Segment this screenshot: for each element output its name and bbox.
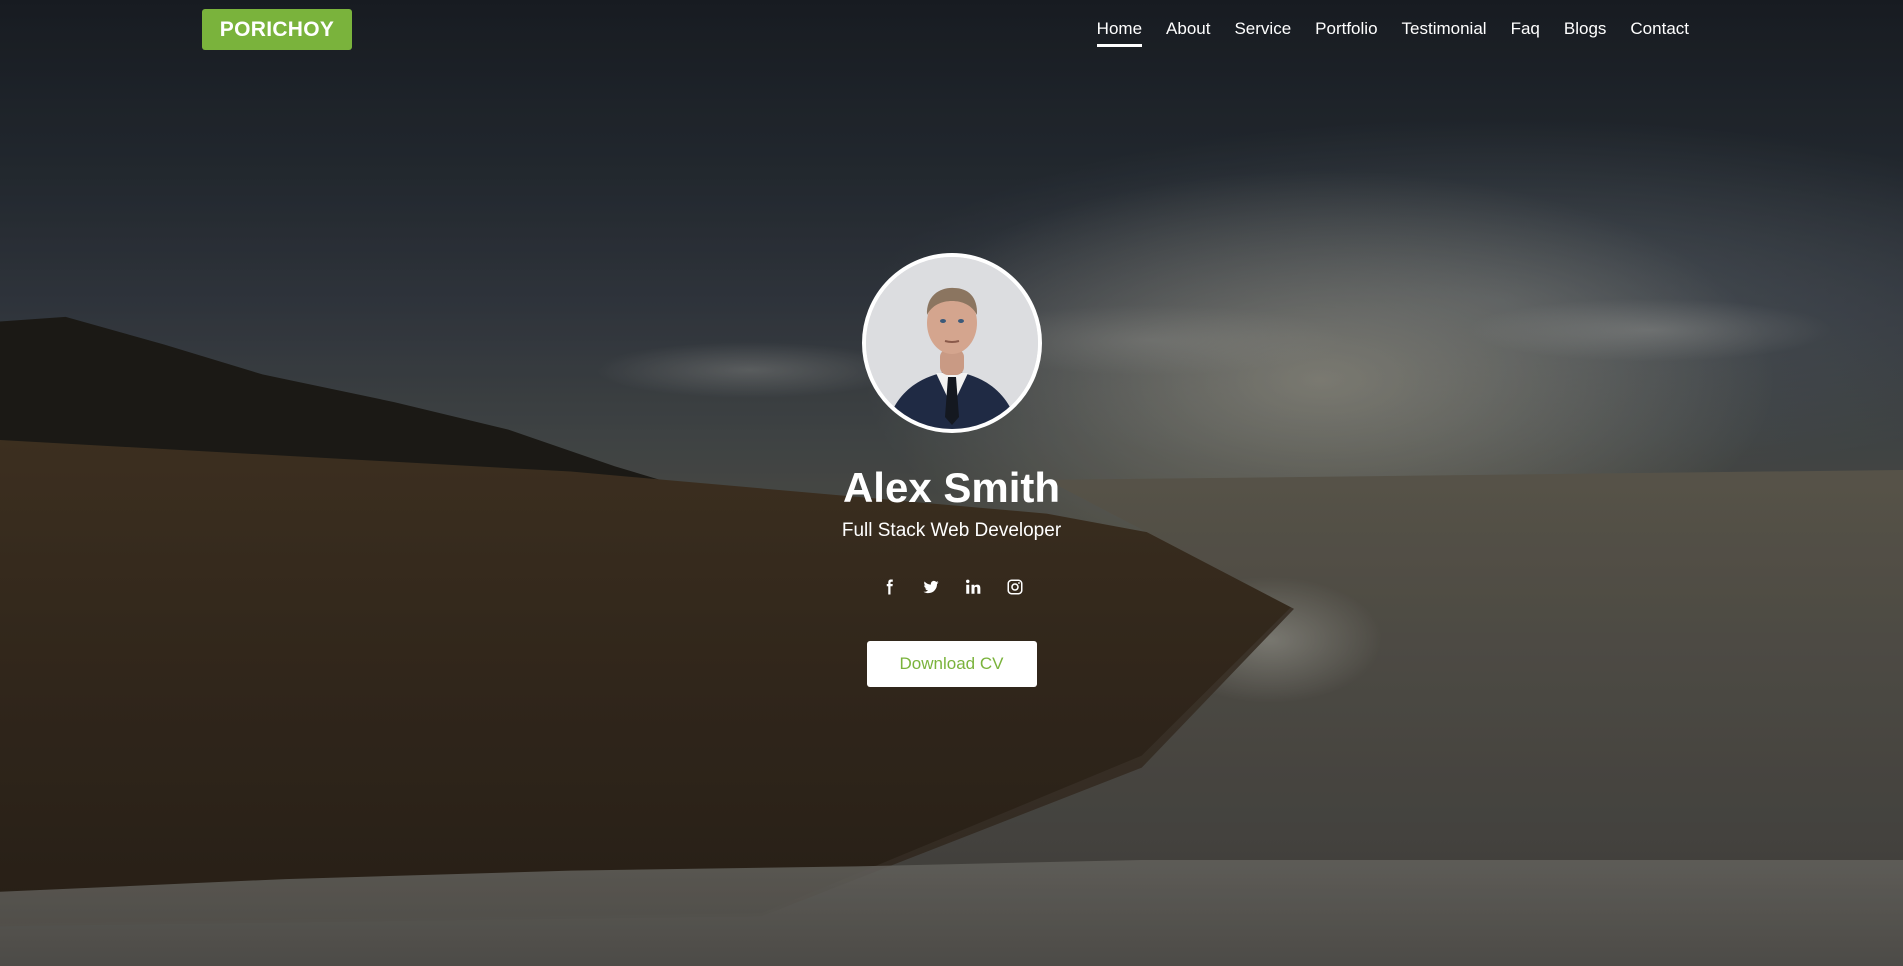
nav-item-testimonial[interactable]: Testimonial: [1402, 17, 1487, 47]
nav-item-service[interactable]: Service: [1234, 17, 1291, 47]
nav-item-blogs[interactable]: Blogs: [1564, 17, 1607, 47]
nav-item-faq[interactable]: Faq: [1511, 17, 1540, 47]
avatar: [861, 253, 1042, 433]
profile-name: Alex Smith: [842, 464, 1061, 511]
nav-menu: Home About Service Portfolio Testimonial…: [1096, 17, 1689, 47]
nav-item-about[interactable]: About: [1166, 17, 1210, 47]
site-logo[interactable]: PORICHOY: [202, 9, 352, 50]
hero-section: PORICHOY Home About Service Portfolio Te…: [0, 0, 1903, 966]
social-links: [879, 577, 1025, 597]
profile-photo: [865, 257, 1038, 429]
nav-item-contact[interactable]: Contact: [1630, 17, 1689, 47]
nav-item-home[interactable]: Home: [1096, 17, 1143, 47]
facebook-icon[interactable]: [879, 577, 899, 597]
navbar: PORICHOY Home About Service Portfolio Te…: [0, 0, 1903, 58]
download-cv-button[interactable]: Download CV: [866, 641, 1037, 687]
twitter-icon[interactable]: [921, 577, 941, 597]
linkedin-icon[interactable]: [963, 577, 983, 597]
instagram-icon[interactable]: [1005, 577, 1025, 597]
profile-intro: Alex Smith Full Stack Web Developer Down…: [0, 253, 1903, 687]
profile-role: Full Stack Web Developer: [841, 520, 1062, 541]
nav-item-portfolio[interactable]: Portfolio: [1315, 17, 1377, 47]
